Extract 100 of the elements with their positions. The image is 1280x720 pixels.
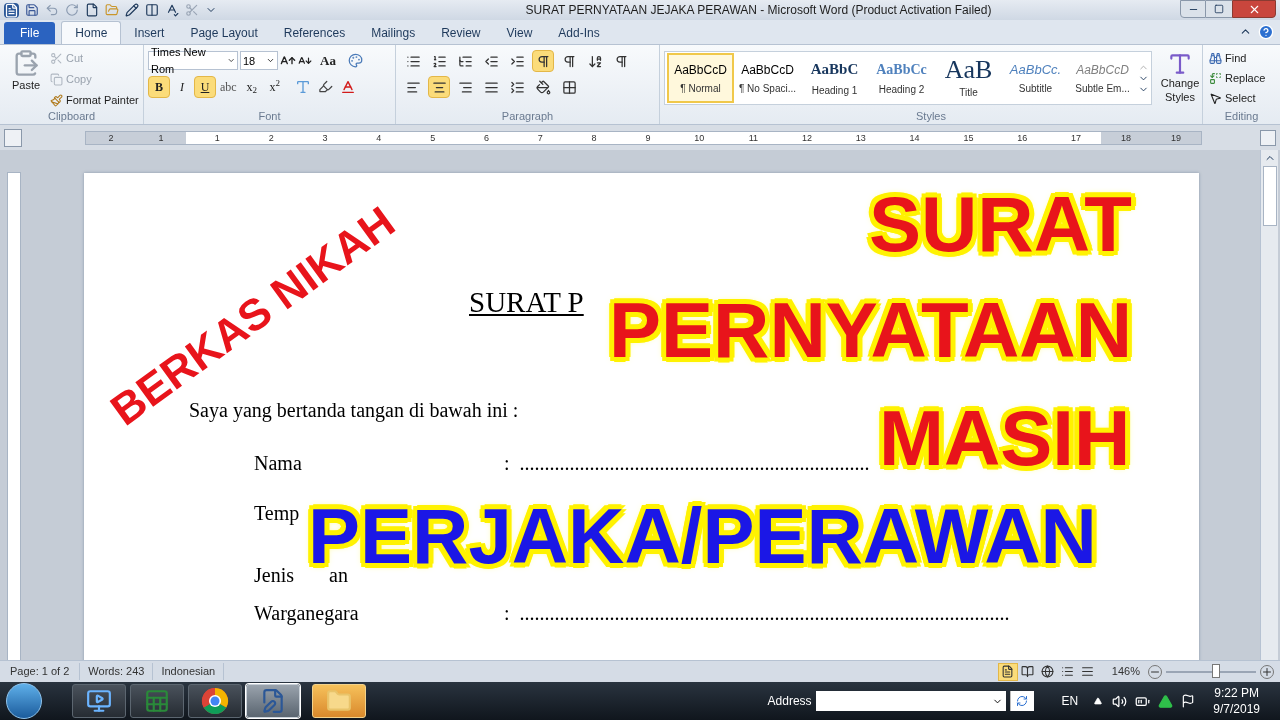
clipboard-action[interactable]: Format Painter [50, 91, 139, 109]
replace-button[interactable]: Replace [1209, 69, 1274, 87]
ruler-number: 2 [107, 131, 115, 144]
outline-icon [1061, 665, 1075, 678]
style-item[interactable]: AaBbC Heading 1 [801, 53, 868, 103]
app-logo-icon [4, 2, 19, 18]
pilcrow-icon [613, 53, 629, 69]
field-label: an [329, 564, 348, 588]
file-tab[interactable]: File [4, 22, 56, 44]
style-item[interactable]: AaBbCcD Subtle Em... [1069, 53, 1136, 103]
flag-icon[interactable] [1181, 694, 1196, 708]
field-label: Jenis [254, 563, 294, 588]
book-icon [1021, 665, 1035, 678]
ruler-number: 5 [429, 131, 437, 144]
format-button[interactable]: x$^{2}$ [263, 75, 286, 98]
document-icon [260, 688, 286, 714]
paragraph-button[interactable] [428, 76, 450, 98]
volume-icon[interactable] [1112, 693, 1128, 709]
restore-button[interactable] [1206, 0, 1232, 18]
format-button[interactable]: abc [217, 75, 240, 98]
change-case-button[interactable]: Aa [320, 51, 336, 71]
format-button[interactable]: I [171, 75, 193, 98]
ruler-number: 18 [1120, 131, 1132, 144]
go-button[interactable] [1009, 691, 1034, 711]
save-icon[interactable] [25, 3, 39, 17]
find-button[interactable]: Find [1209, 49, 1274, 67]
edit-icon[interactable] [125, 3, 139, 17]
ribbon-tab[interactable]: Insert [121, 21, 178, 44]
numbered-list-icon [431, 53, 447, 69]
overlay-headline: PERNYATAAN [609, 301, 1132, 360]
group-label: Clipboard [47, 109, 96, 125]
decrease-indent-icon [483, 53, 499, 69]
paragraph-button[interactable] [532, 50, 554, 72]
clear-format-icon[interactable] [347, 53, 363, 69]
clock[interactable]: 9:22 PM 9/7/2019 [1213, 685, 1260, 717]
pilcrow-icon [561, 53, 577, 69]
select-button[interactable]: Select [1209, 89, 1274, 107]
document-title: SURAT P [469, 285, 584, 313]
language-indicator[interactable]: Indonesian [153, 663, 225, 680]
spell-check-icon[interactable] [165, 3, 179, 17]
ribbon-tab[interactable]: Page Layout [177, 21, 271, 44]
zoom-slider-thumb[interactable] [1211, 663, 1220, 678]
style-item[interactable]: AaBbCc Heading 2 [868, 53, 935, 103]
ruler-number: 3 [321, 131, 329, 144]
ribbon-tab[interactable]: Mailings [358, 21, 429, 44]
paste-button[interactable]: Paste [8, 49, 44, 109]
folder-icon [326, 688, 352, 714]
highlighter-icon[interactable] [317, 79, 333, 94]
word-count[interactable]: Words: 243 [80, 663, 154, 680]
view-ruler-toggle[interactable] [1260, 129, 1276, 146]
ribbon-tab[interactable]: View [493, 21, 546, 44]
scrollbar-thumb[interactable] [1262, 166, 1277, 226]
ribbon-tab[interactable]: References [270, 21, 359, 44]
field-label: Nama [254, 451, 303, 476]
input-language[interactable]: EN [1061, 692, 1079, 710]
tab-selector[interactable] [4, 128, 22, 147]
vertical-scrollbar[interactable] [1260, 150, 1278, 660]
arrows-icon [1016, 695, 1029, 707]
change-styles-button[interactable]: Change Styles [1156, 51, 1204, 105]
zoom-level[interactable]: 146% [1111, 663, 1140, 680]
view-button[interactable] [997, 662, 1018, 681]
columns-icon[interactable] [145, 3, 159, 17]
address-field[interactable] [815, 691, 1006, 711]
format-button[interactable]: x$_{2}$ [240, 75, 263, 98]
style-item[interactable]: AaB Title [935, 53, 1002, 103]
ruler-number: 19 [1170, 131, 1182, 144]
fill-in-line: ...................................................................... [519, 451, 870, 476]
text-effects-icon[interactable] [294, 78, 311, 95]
page-count[interactable]: Page: 1 of 2 [0, 663, 81, 680]
replace-icon [1209, 71, 1222, 85]
address-label: Address [767, 693, 812, 710]
taskbar-app-button[interactable] [72, 684, 126, 718]
format-button[interactable]: B [148, 75, 170, 98]
show-hidden-icons[interactable] [1094, 697, 1103, 705]
style-item[interactable]: AaBbCcD ¶ Normal [667, 53, 734, 103]
new-document-icon[interactable] [85, 3, 99, 17]
field-colon: : [504, 601, 510, 626]
scissors-icon [50, 51, 63, 65]
ribbon-tab[interactable]: Review [428, 21, 494, 44]
style-item[interactable]: AaBbCc. Subtitle [1002, 53, 1069, 103]
ribbon-tab[interactable]: Add-Ins [545, 21, 613, 44]
field-label: Temp [254, 501, 300, 527]
overlay-headline: PERJAKA/PERAWAN [308, 507, 1097, 566]
font-size-field[interactable]: 18 [240, 51, 278, 71]
font-color-icon[interactable] [339, 78, 356, 95]
help-icon[interactable] [1258, 24, 1274, 40]
overlay-headline: MASIH [879, 409, 1131, 468]
ribbon-tab[interactable]: Home [61, 21, 122, 44]
start-button[interactable] [6, 683, 42, 719]
ruler-number: 1 [213, 131, 221, 144]
ruler-number: 13 [854, 131, 867, 144]
style-item[interactable]: AaBbCcD ¶ No Spaci... [734, 53, 801, 103]
format-button[interactable]: U [194, 75, 216, 98]
tray-app-icon[interactable] [1158, 693, 1174, 709]
taskbar-app-button[interactable] [188, 684, 242, 718]
sort-icon [587, 53, 603, 69]
ruler-number: 7 [536, 131, 544, 144]
close-button[interactable] [1232, 0, 1276, 18]
restore-icon [1214, 4, 1224, 14]
ruler-number: 6 [482, 131, 490, 144]
